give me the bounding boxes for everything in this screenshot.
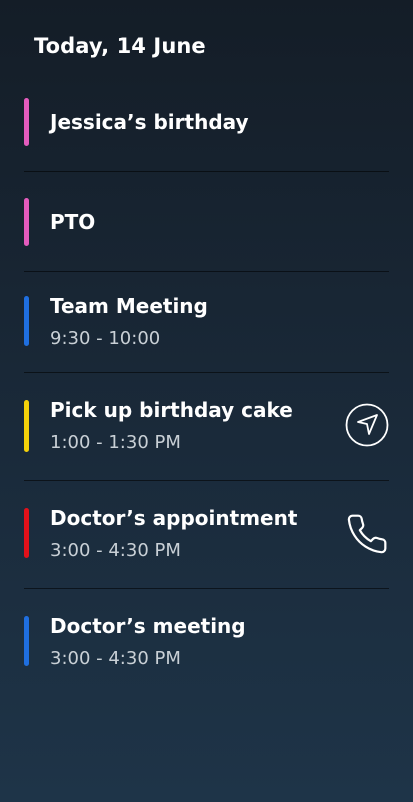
event-color-bar <box>24 616 29 666</box>
event-title: Team Meeting <box>50 294 208 318</box>
event-color-bar <box>24 98 29 146</box>
event-time: 3:00 - 4:30 PM <box>50 540 181 561</box>
event-pick-up-birthday-cake[interactable]: Pick up birthday cake 1:00 - 1:30 PM <box>24 398 389 481</box>
event-doctors-appointment[interactable]: Doctor’s appointment 3:00 - 4:30 PM <box>24 506 389 589</box>
day-header: Today, 14 June <box>34 34 206 58</box>
event-title: PTO <box>50 210 96 234</box>
event-doctors-meeting[interactable]: Doctor’s meeting 3:00 - 4:30 PM <box>24 614 389 676</box>
phone-icon <box>347 514 387 554</box>
call-button[interactable] <box>345 512 389 556</box>
navigate-icon <box>345 403 389 447</box>
event-jessicas-birthday[interactable]: Jessica’s birthday <box>24 96 389 172</box>
navigate-button[interactable] <box>345 403 389 447</box>
event-time: 9:30 - 10:00 <box>50 328 161 349</box>
event-time: 3:00 - 4:30 PM <box>50 648 181 669</box>
event-team-meeting[interactable]: Team Meeting 9:30 - 10:00 <box>24 294 389 373</box>
event-color-bar <box>24 400 29 452</box>
event-title: Jessica’s birthday <box>50 110 249 134</box>
event-color-bar <box>24 508 29 558</box>
event-color-bar <box>24 296 29 346</box>
event-pto[interactable]: PTO <box>24 196 389 272</box>
event-title: Doctor’s meeting <box>50 614 246 638</box>
event-title: Pick up birthday cake <box>50 398 293 422</box>
event-title: Doctor’s appointment <box>50 506 298 530</box>
event-color-bar <box>24 198 29 246</box>
event-time: 1:00 - 1:30 PM <box>50 432 181 453</box>
